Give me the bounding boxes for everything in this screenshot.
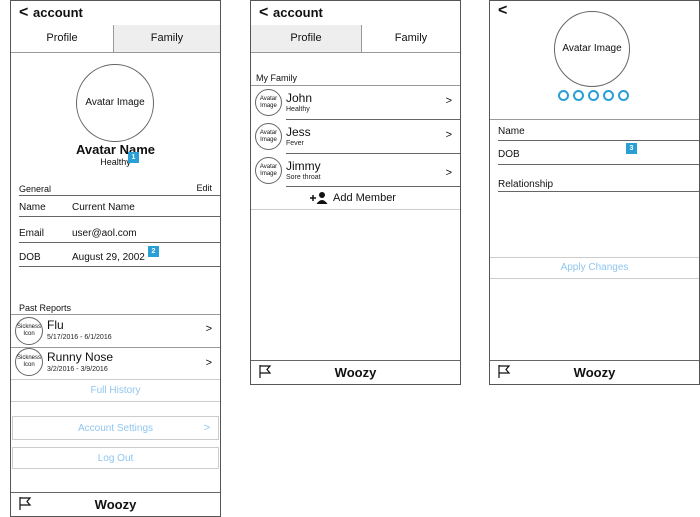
field-name-label: Name: [19, 202, 46, 213]
member-name: Jess: [286, 125, 311, 139]
tab-bar: Profile Family: [11, 25, 220, 53]
member-name: Jimmy: [286, 159, 321, 173]
report-dates: 3/2/2016 - 3/9/2016: [47, 366, 108, 373]
member-status: Sore throat: [286, 174, 321, 181]
footer-bar: Woozy: [11, 492, 220, 516]
avatar-name: Avatar Name: [75, 142, 155, 157]
full-history-button[interactable]: Full History: [11, 385, 220, 396]
pager-dot[interactable]: [603, 90, 614, 101]
header: < account: [251, 1, 460, 26]
divider: [11, 401, 220, 402]
field-dob-value[interactable]: August 29, 2002: [72, 252, 145, 263]
report-item[interactable]: Sickness Icon Flu 5/17/2016 - 6/1/2016 >: [11, 315, 220, 347]
apply-changes-button[interactable]: Apply Changes: [490, 262, 699, 273]
edit-member-screen: < Avatar Image Name DOB 3 Relationship A…: [489, 0, 700, 385]
app-logo-text: Woozy: [573, 365, 616, 380]
report-title: Flu: [47, 318, 64, 332]
divider: [490, 119, 699, 120]
divider: [19, 216, 220, 217]
pager-dot[interactable]: [618, 90, 629, 101]
back-button[interactable]: <: [259, 4, 268, 22]
chevron-right-icon: >: [205, 357, 212, 369]
divider: [19, 195, 220, 196]
family-screen: < account Profile Family My Family Avata…: [250, 0, 461, 385]
edit-link[interactable]: Edit: [196, 183, 212, 193]
avatar: Avatar Image: [255, 157, 282, 184]
report-dates: 5/17/2016 - 6/1/2016: [47, 334, 112, 341]
annotation-badge-3: 3: [626, 143, 637, 154]
chevron-right-icon: >: [445, 129, 452, 141]
field-email-label: Email: [19, 228, 45, 239]
my-family-heading: My Family: [256, 73, 297, 83]
chevron-right-icon: >: [205, 323, 212, 335]
field-relationship-label[interactable]: Relationship: [498, 179, 553, 190]
family-member-item[interactable]: Avatar Image Jess Fever >: [251, 120, 460, 153]
field-dob-label: DOB: [19, 252, 41, 263]
tab-profile[interactable]: Profile: [11, 25, 114, 52]
field-email-value[interactable]: user@aol.com: [72, 228, 137, 239]
divider: [490, 278, 699, 279]
footer-bar: Woozy: [251, 360, 460, 384]
app-logo-text: Woozy: [334, 365, 377, 380]
field-name-value[interactable]: Current Name: [72, 202, 135, 213]
report-title: Runny Nose: [47, 350, 114, 364]
family-member-item[interactable]: Avatar Image John Healthy >: [251, 86, 460, 119]
divider: [251, 209, 460, 210]
divider: [11, 379, 220, 380]
logout-button[interactable]: Log Out: [12, 447, 219, 469]
tab-family[interactable]: Family: [362, 25, 460, 52]
divider: [490, 257, 699, 258]
tab-profile[interactable]: Profile: [251, 25, 362, 52]
past-reports-heading: Past Reports: [19, 303, 72, 313]
add-user-icon: [310, 192, 328, 204]
divider: [498, 191, 699, 192]
account-settings-button[interactable]: Account Settings >: [12, 416, 219, 440]
account-settings-label: Account Settings: [77, 423, 154, 434]
chevron-right-icon: >: [445, 95, 452, 107]
logout-label: Log Out: [97, 453, 134, 464]
pager-dot[interactable]: [573, 90, 584, 101]
header: < account: [11, 1, 220, 26]
back-button[interactable]: <: [498, 2, 507, 20]
header-title: account: [33, 5, 83, 20]
divider: [19, 266, 220, 267]
divider: [498, 164, 699, 165]
annotation-badge-1: 1: [128, 152, 139, 163]
pager-dot[interactable]: [558, 90, 569, 101]
report-item[interactable]: Sickness Icon Runny Nose 3/2/2016 - 3/9/…: [11, 347, 220, 379]
avatar-label: Avatar Image: [562, 43, 622, 54]
member-status: Healthy: [286, 106, 310, 113]
profile-screen: < account Profile Family Avatar Image Av…: [10, 0, 221, 517]
add-member-button[interactable]: Add Member: [251, 187, 460, 209]
avatar: Avatar Image: [255, 123, 282, 150]
tab-family[interactable]: Family: [114, 25, 220, 52]
field-dob-label[interactable]: DOB: [498, 149, 520, 160]
back-button[interactable]: <: [19, 4, 28, 22]
member-name: John: [286, 91, 313, 105]
family-member-item[interactable]: Avatar Image Jimmy Sore throat >: [251, 154, 460, 187]
chevron-right-icon: >: [445, 167, 452, 179]
avatar[interactable]: Avatar Image: [76, 64, 154, 142]
avatar-label: Avatar Image: [85, 97, 145, 108]
footer-bar: Woozy: [490, 360, 699, 384]
chevron-right-icon: >: [203, 422, 210, 434]
header-title: account: [273, 5, 323, 20]
add-member-label: Add Member: [333, 192, 396, 204]
avatar: Avatar Image: [255, 89, 282, 116]
field-name-label[interactable]: Name: [498, 126, 525, 137]
sickness-icon: Sickness Icon: [15, 317, 43, 345]
sickness-icon: Sickness Icon: [15, 348, 43, 376]
tab-bar: Profile Family: [251, 25, 460, 53]
app-logo-text: Woozy: [94, 497, 137, 512]
health-status: Healthy: [100, 157, 131, 167]
general-heading: General: [19, 184, 52, 194]
divider: [19, 242, 220, 243]
member-status: Fever: [286, 140, 304, 147]
annotation-badge-2: 2: [148, 246, 159, 257]
avatar[interactable]: Avatar Image: [554, 11, 630, 87]
pager-dots: [490, 90, 699, 102]
divider: [498, 140, 699, 141]
pager-dot[interactable]: [588, 90, 599, 101]
